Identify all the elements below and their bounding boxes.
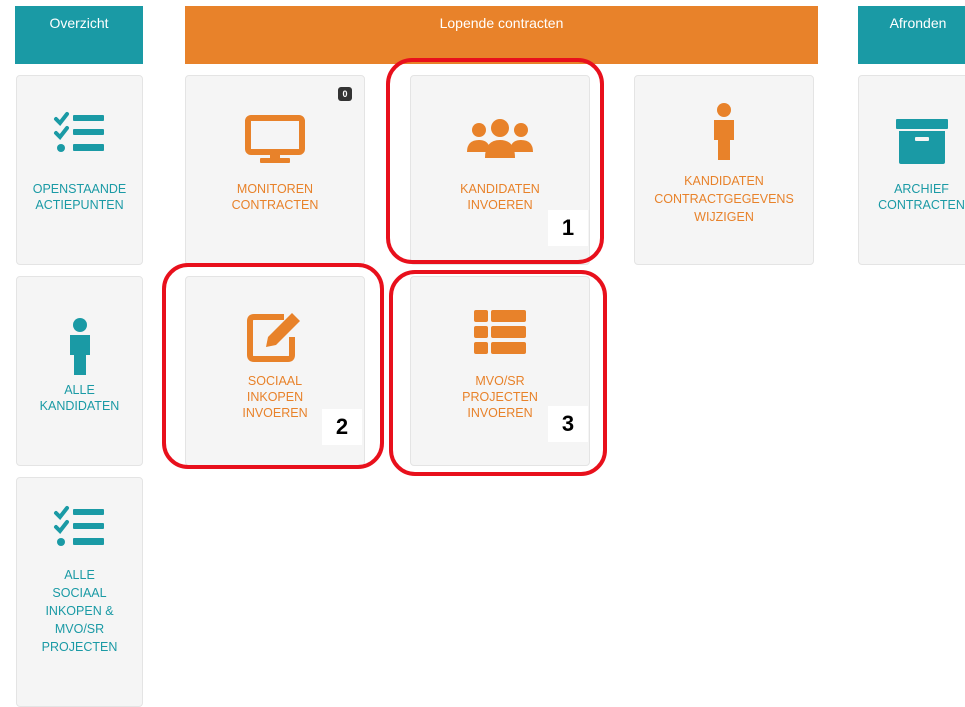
tile-label: ALLE SOCIAAL INKOPEN & MVO/SR PROJECTEN [41, 568, 118, 654]
tile-alle-kandidaten[interactable]: ALLE KANDIDATEN [16, 276, 143, 466]
person-icon [635, 102, 813, 162]
list-icon [411, 307, 589, 367]
edit-icon [186, 307, 364, 367]
header-overzicht: Overzicht [15, 6, 143, 64]
tile-label: KANDIDATEN CONTRACTGEGEVENS WIJZIGEN [654, 174, 794, 224]
tile-label: OPENSTAANDE ACTIEPUNTEN [32, 182, 127, 212]
tile-kandidaten-contractgegevens-wijzigen[interactable]: KANDIDATEN CONTRACTGEGEVENS WIJZIGEN [634, 75, 814, 265]
header-afronden: Afronden [858, 6, 965, 64]
checklist-icon [17, 110, 142, 170]
tile-label: ALLE KANDIDATEN [39, 383, 120, 413]
tile-label: KANDIDATEN INVOEREN [460, 182, 540, 212]
tile-alle-sociaal-inkopen[interactable]: ALLE SOCIAAL INKOPEN & MVO/SR PROJECTEN [16, 477, 143, 707]
callout-number-2: 2 [322, 409, 362, 445]
tile-archief-contracten[interactable]: ARCHIEF CONTRACTEN [858, 75, 965, 265]
tile-monitoren-contracten[interactable]: 0 MONITOREN CONTRACTEN [185, 75, 365, 265]
person-icon [17, 317, 142, 377]
callout-number-1: 1 [548, 210, 588, 246]
archive-icon [859, 116, 965, 176]
tile-label: MONITOREN CONTRACTEN [231, 182, 319, 212]
checklist-icon [17, 504, 142, 564]
count-badge: 0 [338, 87, 352, 101]
callout-number-3: 3 [548, 406, 588, 442]
tile-label: ARCHIEF CONTRACTEN [878, 182, 965, 212]
tile-openstaande-actiepunten[interactable]: OPENSTAANDE ACTIEPUNTEN [16, 75, 143, 265]
monitor-icon [186, 114, 364, 174]
users-icon [411, 118, 589, 178]
header-lopende-contracten: Lopende contracten [185, 6, 818, 64]
